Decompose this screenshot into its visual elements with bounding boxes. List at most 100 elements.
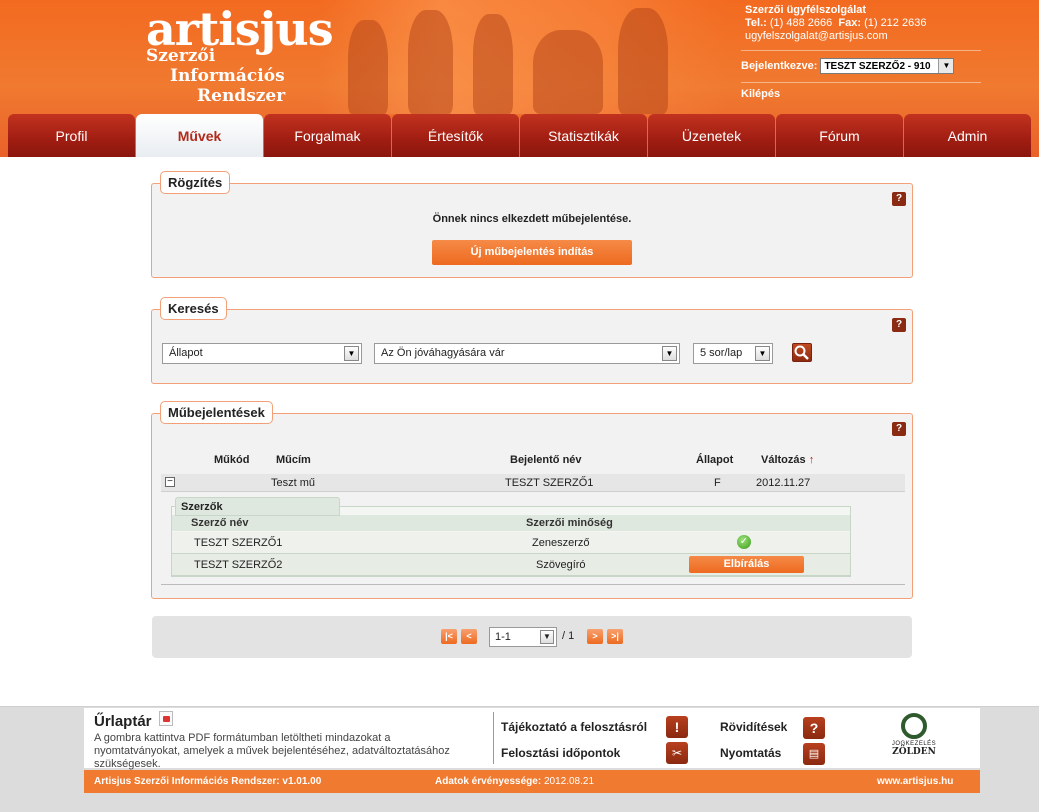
cell-status: F (714, 477, 721, 489)
validity-date: 2012.08.21 (543, 776, 595, 787)
author-row: TESZT SZERZŐ2 Szövegíró Elbírálás (172, 554, 850, 576)
user-select-value: TESZT SZERZŐ2 - 910 (824, 60, 931, 72)
help-icon[interactable]: ? (892, 192, 906, 206)
tab-ertesitok[interactable]: Értesítők (392, 114, 519, 157)
scissors-icon[interactable]: ✂ (666, 742, 688, 764)
eco-logo-icon (901, 713, 927, 739)
chevron-down-icon: ▼ (662, 346, 677, 361)
tab-forgalmak[interactable]: Forgalmak (264, 114, 391, 157)
author-name: TESZT SZERZŐ1 (194, 537, 283, 549)
author-row: TESZT SZERZŐ1 Zeneszerző ✓ (172, 532, 850, 554)
eco-logo-line2: ZÖLDEN (892, 747, 936, 757)
forms-title: Űrlaptár (94, 713, 152, 730)
logo-subtitle-3: Rendszer (197, 86, 286, 106)
header-divider (741, 82, 981, 83)
authors-subtable: Szerző név Szerzői minőség Szerzők TESZT… (171, 497, 851, 577)
search-icon (794, 345, 809, 360)
page-size-select[interactable]: 5 sor/lap ▼ (693, 343, 773, 364)
next-page-button[interactable]: > (587, 629, 603, 644)
page-select-value: 1-1 (495, 631, 511, 643)
chevron-down-icon: ▼ (540, 630, 554, 644)
eco-logo: JOGKEZELÉS ZÖLDEN (889, 713, 939, 765)
tel-number: (1) 488 2666 (769, 17, 833, 29)
exclamation-icon[interactable]: ! (666, 716, 688, 738)
print-link[interactable]: Nyomtatás (720, 746, 781, 760)
page-total: / 1 (562, 630, 575, 642)
footer-divider (493, 712, 494, 764)
tab-profil[interactable]: Profil (8, 114, 135, 157)
validity-label: Adatok érvényessége: (435, 776, 542, 787)
works-panel-title: Műbejelentések (160, 401, 273, 424)
tab-forum[interactable]: Fórum (776, 114, 903, 157)
logout-link[interactable]: Kilépés (741, 88, 780, 100)
logged-in-row: Bejelentkezve: TESZT SZERZŐ2 - 910 ▼ (741, 58, 955, 74)
logged-in-label: Bejelentkezve: (741, 60, 818, 72)
col-header-code[interactable]: Műkód (214, 454, 249, 466)
tab-admin[interactable]: Admin (904, 114, 1031, 157)
footer-bar: Artisjus Szerzői Információs Rendszer: v… (84, 770, 980, 793)
website-link[interactable]: www.artisjus.hu (877, 776, 953, 787)
search-field-select[interactable]: Állapot ▼ (162, 343, 362, 364)
search-panel-title: Keresés (160, 297, 227, 320)
forms-description: A gombra kattintva PDF formátumban letöl… (94, 732, 450, 770)
main-nav: Profil Művek Forgalmak Értesítők Statisz… (8, 114, 1032, 157)
cell-reporter: TESZT SZERZŐ1 (505, 477, 594, 489)
table-row[interactable]: − Teszt mű TESZT SZERZŐ1 F 2012.11.27 (161, 474, 905, 492)
record-panel-title: Rögzítés (160, 171, 231, 194)
collapse-icon[interactable]: − (165, 477, 175, 487)
help-icon[interactable]: ? (892, 318, 906, 332)
last-page-button[interactable]: >| (607, 629, 623, 644)
printer-icon[interactable]: ▤ (803, 743, 825, 765)
author-role: Szövegíró (536, 559, 586, 571)
check-icon: ✓ (737, 535, 751, 549)
chevron-down-icon: ▼ (938, 59, 954, 73)
prev-page-button[interactable]: < (461, 629, 477, 644)
header-band-photo (318, 0, 728, 114)
chevron-down-icon: ▼ (344, 346, 359, 361)
col-header-reporter[interactable]: Bejelentő név (510, 454, 582, 466)
col-header-title[interactable]: Műcím (276, 454, 311, 466)
pdf-icon[interactable] (159, 711, 173, 726)
question-icon[interactable]: ? (803, 717, 825, 739)
tel-label: Tel.: (745, 17, 767, 29)
page-select[interactable]: 1-1 ▼ (489, 627, 557, 647)
contact-info: Szerzői ügyfélszolgálat Tel.: (1) 488 26… (745, 4, 926, 43)
tab-statisztikak[interactable]: Statisztikák (520, 114, 647, 157)
review-button[interactable]: Elbírálás (689, 556, 804, 573)
data-validity: Adatok érvényessége: 2012.08.21 (435, 776, 594, 787)
footer-content: Űrlaptár A gombra kattintva PDF formátum… (84, 708, 980, 770)
contact-title: Szerzői ügyfélszolgálat (745, 4, 867, 16)
chevron-down-icon: ▼ (755, 346, 770, 361)
header-divider (741, 50, 981, 51)
col-header-changed[interactable]: Változás ↑ (761, 454, 814, 466)
new-submission-button[interactable]: Új műbejelentés indítás (432, 240, 632, 265)
search-value-value: Az Ön jóváhagyására vár (381, 347, 505, 359)
fax-number: (1) 212 2636 (864, 17, 927, 29)
cell-title: Teszt mű (271, 477, 316, 489)
author-name: TESZT SZERZŐ2 (194, 559, 283, 571)
search-button[interactable] (792, 343, 812, 362)
author-role: Zeneszerző (532, 537, 590, 549)
divider (161, 584, 905, 585)
col-header-author-name: Szerző név (191, 517, 249, 529)
no-entry-message: Önnek nincs elkezdett műbejelentése. (432, 213, 632, 225)
search-value-select[interactable]: Az Ön jóváhagyására vár ▼ (374, 343, 680, 364)
logo-subtitle-1: Szerzői (146, 46, 216, 66)
help-icon[interactable]: ? (892, 422, 906, 436)
first-page-button[interactable]: |< (441, 629, 457, 644)
authors-title: Szerzők (175, 497, 340, 516)
col-header-status[interactable]: Állapot (696, 454, 733, 466)
authors-header-row: Szerző név Szerzői minőség (172, 515, 850, 531)
page-size-value: 5 sor/lap (700, 347, 743, 359)
cell-changed: 2012.11.27 (756, 477, 811, 489)
abbreviations-link[interactable]: Rövidítések (720, 720, 787, 734)
info-link[interactable]: Tájékoztató a felosztásról (501, 720, 647, 734)
works-panel: Műbejelentések ? Műkód Műcím Bejelentő n… (151, 401, 913, 599)
dates-link[interactable]: Felosztási időpontok (501, 746, 620, 760)
search-field-value: Állapot (169, 347, 203, 359)
tab-uzenetek[interactable]: Üzenetek (648, 114, 775, 157)
user-select[interactable]: TESZT SZERZŐ2 - 910 ▼ (820, 58, 955, 74)
fax-label: Fax: (838, 17, 861, 29)
contact-email[interactable]: ugyfelszolgalat@artisjus.com (745, 30, 926, 43)
tab-muvek[interactable]: Művek (136, 114, 263, 157)
